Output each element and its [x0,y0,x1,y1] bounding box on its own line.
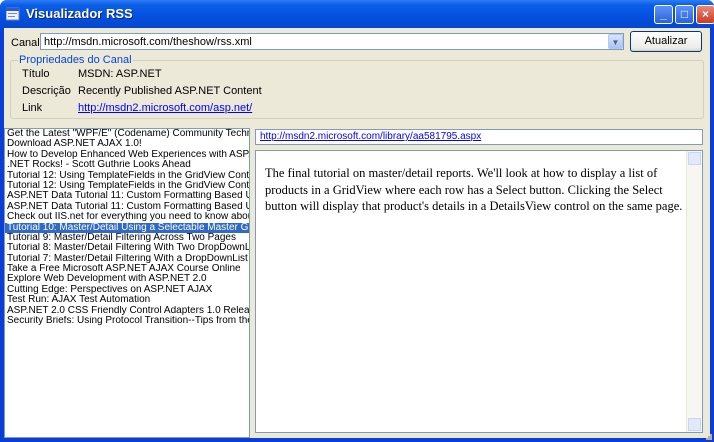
feed-item-list[interactable]: Get the Latest "WPF/E" (Codename) Commun… [4,128,250,438]
list-item[interactable]: Explore Web Development with ASP.NET 2.0 [5,274,249,284]
canal-url-combobox[interactable]: http://msdn.microsoft.com/theshow/rss.xm… [40,33,624,50]
title-label: Título [22,68,50,80]
list-item[interactable]: Tutorial 12: Using TemplateFields in the… [5,181,249,191]
item-url-link[interactable]: http://msdn2.microsoft.com/library/aa581… [260,131,481,142]
list-item[interactable]: Take a Free Microsoft ASP.NET AJAX Cours… [5,264,249,274]
rss-app-icon [6,7,20,21]
vertical-scrollbar[interactable] [686,151,702,432]
list-item[interactable]: ASP.NET 2.0 CSS Friendly Control Adapter… [5,306,249,316]
list-item[interactable]: Tutorial 8: Master/Detail Filtering With… [5,243,249,253]
close-button[interactable]: × [696,5,714,24]
list-item[interactable]: Check out IIS.net for everything you nee… [5,212,249,222]
client-area: Canal http://msdn.microsoft.com/theshow/… [4,28,710,438]
list-item[interactable]: Test Run: AJAX Test Automation [5,295,249,305]
title-value: MSDN: ASP.NET [78,68,162,80]
channel-link[interactable]: http://msdn2.microsoft.com/asp.net/ [78,102,252,114]
canal-url-value[interactable]: http://msdn.microsoft.com/theshow/rss.xm… [44,36,252,48]
minimize-button[interactable]: _ [654,5,673,24]
list-item[interactable]: ASP.NET Data Tutorial 11: Custom Formatt… [5,191,249,201]
detail-body-text: The final tutorial on master/detail repo… [265,166,683,213]
description-value: Recently Published ASP.NET Content [78,85,262,97]
maximize-button[interactable]: □ [675,5,694,24]
list-item[interactable]: Download ASP.NET AJAX 1.0! [5,139,249,149]
chevron-down-icon[interactable]: ▼ [608,34,623,49]
link-label: Link [22,102,43,114]
description-label: Descrição [22,85,71,97]
update-button[interactable]: Atualizar [630,31,702,52]
detail-browser[interactable]: The final tutorial on master/detail repo… [255,150,703,433]
list-item[interactable]: Tutorial 9: Master/Detail Filtering Acro… [5,233,249,243]
title-bar[interactable]: Visualizador RSS _ □ × [0,0,714,28]
list-item[interactable]: Security Briefs: Using Protocol Transiti… [5,316,249,326]
list-item[interactable]: Get the Latest "WPF/E" (Codename) Commun… [5,129,249,139]
arrow-down-icon[interactable] [688,418,701,431]
window-title: Visualizador RSS [26,6,133,21]
resize-grip-icon[interactable] [706,434,712,440]
app-window: Visualizador RSS _ □ × Canal http://msdn… [0,0,714,442]
item-url-box: http://msdn2.microsoft.com/library/aa581… [255,129,703,145]
canal-label: Canal [11,37,40,49]
list-item[interactable]: Tutorial 10: Master/Detail Using a Selec… [5,222,249,233]
list-item[interactable]: Tutorial 12: Using TemplateFields in the… [5,171,249,181]
list-item[interactable]: How to Develop Enhanced Web Experiences … [5,150,249,160]
channel-properties-legend: Propriedades do Canal [18,54,133,66]
list-item[interactable]: Cutting Edge: Perspectives on ASP.NET AJ… [5,285,249,295]
list-item[interactable]: Tutorial 7: Master/Detail Filtering With… [5,254,249,264]
arrow-up-icon[interactable] [688,152,701,165]
list-item[interactable]: .NET Rocks! - Scott Guthrie Looks Ahead [5,160,249,170]
list-item[interactable]: ASP.NET Data Tutorial 11: Custom Formatt… [5,202,249,212]
